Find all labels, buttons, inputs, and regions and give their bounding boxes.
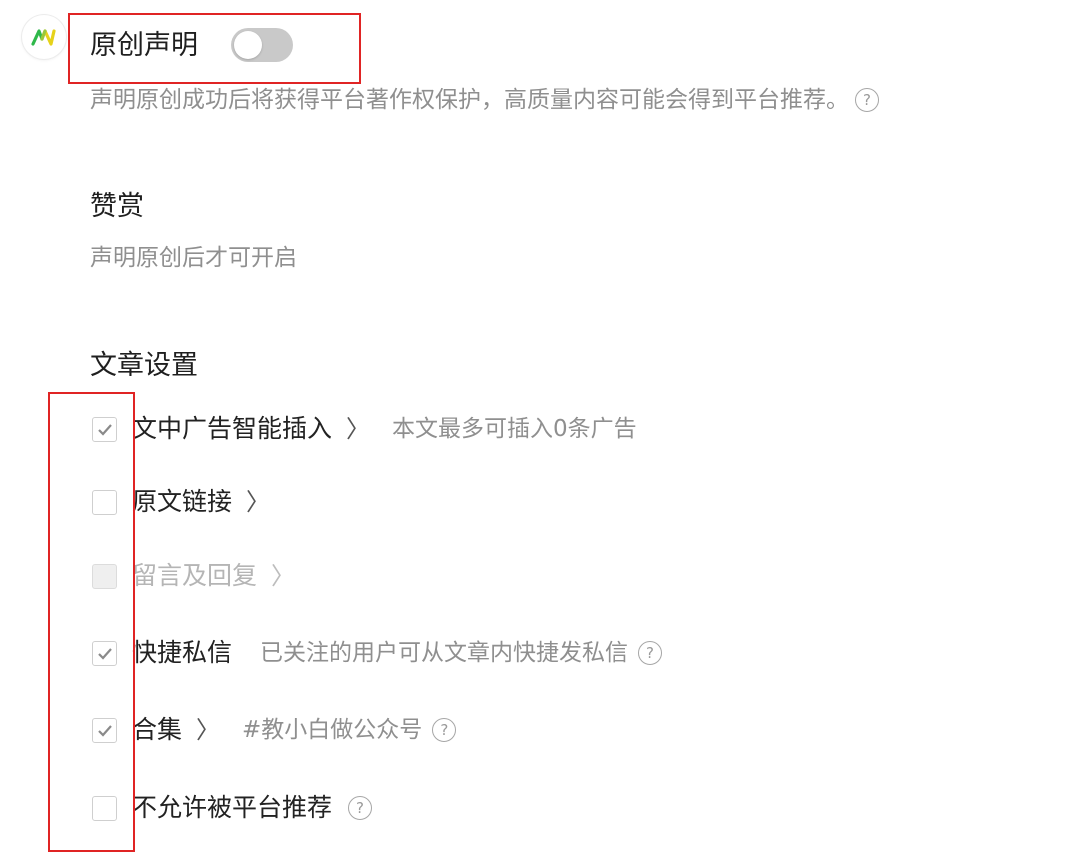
setting-row-original-link: 原文链接 〉 <box>92 484 270 520</box>
reward-title: 赞赏 <box>90 191 144 222</box>
original-link-checkbox[interactable] <box>92 489 117 515</box>
quick-message-label[interactable]: 快捷私信 <box>132 635 232 671</box>
collection-label[interactable]: 合集 <box>132 712 182 748</box>
comments-label: 留言及回复 <box>132 561 258 590</box>
app-logo <box>22 15 66 59</box>
toggle-knob <box>234 31 262 59</box>
comments-checkbox <box>92 563 117 589</box>
help-icon[interactable]: ? <box>348 796 373 820</box>
chevron-right-icon[interactable]: 〉 <box>346 411 370 447</box>
app-logo-icon <box>31 29 56 46</box>
quick-message-checkbox[interactable] <box>92 640 117 666</box>
highlight-box-checkboxes <box>48 392 135 852</box>
setting-row-collection: 合集 〉 #教小白做公众号 ? <box>92 712 457 748</box>
no-recommend-label[interactable]: 不允许被平台推荐 <box>132 790 332 826</box>
chevron-right-icon[interactable]: 〉 <box>246 484 270 520</box>
check-icon <box>97 724 112 737</box>
chevron-right-icon: 〉 <box>271 562 296 590</box>
original-declaration-toggle[interactable] <box>231 28 293 62</box>
no-recommend-checkbox[interactable] <box>92 795 117 821</box>
ad-insertion-note: 本文最多可插入0条广告 <box>392 416 637 442</box>
setting-row-ad-insertion: 文中广告智能插入 〉 本文最多可插入0条广告 <box>92 411 637 447</box>
chevron-right-icon[interactable]: 〉 <box>196 712 220 748</box>
original-declaration-description-row: 声明原创成功后将获得平台著作权保护，高质量内容可能会得到平台推荐。 ? <box>90 84 879 116</box>
original-declaration-description: 声明原创成功后将获得平台著作权保护，高质量内容可能会得到平台推荐。 <box>90 87 849 113</box>
quick-message-note: 已关注的用户可从文章内快捷发私信 <box>260 640 629 666</box>
ad-insertion-checkbox[interactable] <box>92 416 117 442</box>
collection-checkbox[interactable] <box>92 717 117 743</box>
help-icon[interactable]: ? <box>855 88 879 112</box>
article-settings-title: 文章设置 <box>90 350 198 381</box>
collection-note: #教小白做公众号 <box>242 717 423 743</box>
help-icon[interactable]: ? <box>638 641 663 665</box>
ad-insertion-label[interactable]: 文中广告智能插入 <box>132 411 332 447</box>
setting-row-quick-message: 快捷私信 已关注的用户可从文章内快捷发私信 ? <box>92 635 663 671</box>
reward-description: 声明原创后才可开启 <box>90 245 297 271</box>
original-link-label[interactable]: 原文链接 <box>132 484 232 520</box>
help-icon[interactable]: ? <box>432 718 457 742</box>
setting-row-comments: 留言及回复 〉 <box>92 558 295 594</box>
setting-row-no-recommend: 不允许被平台推荐 ? <box>92 790 373 826</box>
check-icon <box>97 423 112 436</box>
check-icon <box>97 647 112 660</box>
original-declaration-title: 原创声明 <box>90 30 198 61</box>
